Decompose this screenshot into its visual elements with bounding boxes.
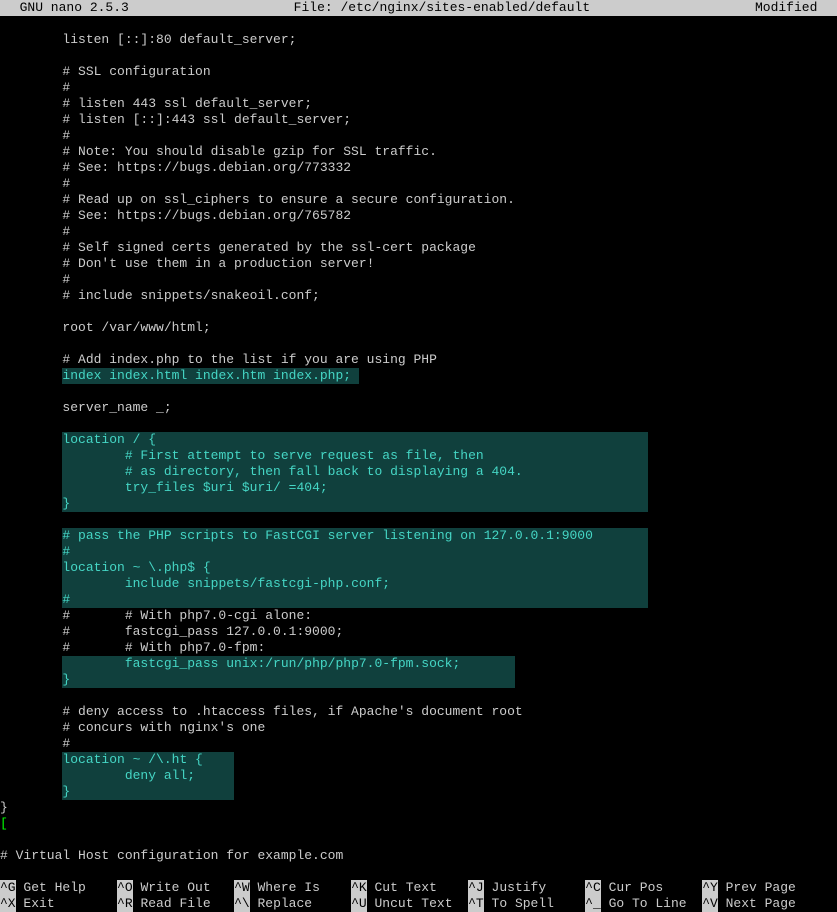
editor-line [0,16,837,32]
shortcut-label: Uncut Text [367,896,468,911]
editor-line: location ~ \.php$ { [0,560,837,576]
editor-line: # [0,544,837,560]
editor-line [0,512,837,528]
shortcut-label: Prev Page [718,880,819,895]
editor-line: location / { [0,432,837,448]
shortcut-key[interactable]: ^U [351,896,367,912]
editor-line: # listen 443 ssl default_server; [0,96,837,112]
editor-line: # [0,736,837,752]
editor-line: } [0,784,837,800]
shortcut-label: Cur Pos [601,880,702,895]
shortcut-label: Next Page [718,896,819,911]
shortcut-key[interactable]: ^C [585,880,601,896]
shortcut-label: Read File [133,896,234,911]
editor-line: # See: https://bugs.debian.org/765782 [0,208,837,224]
editor-line: # [0,80,837,96]
editor-line: include snippets/fastcgi-php.conf; [0,576,837,592]
editor-area[interactable]: listen [::]:80 default_server; # SSL con… [0,16,837,864]
shortcut-key[interactable]: ^\ [234,896,250,912]
shortcut-label: Write Out [133,880,234,895]
editor-line: # [0,176,837,192]
editor-line: server_name _; [0,400,837,416]
shortcut-label: Cut Text [367,880,468,895]
editor-line: # Self signed certs generated by the ssl… [0,240,837,256]
editor-line: # See: https://bugs.debian.org/773332 [0,160,837,176]
shortcut-key[interactable]: ^J [468,880,484,896]
shortcut-label: Get Help [16,880,117,895]
editor-line: # concurs with nginx's one [0,720,837,736]
shortcut-key[interactable]: ^O [117,880,133,896]
editor-line: # [0,128,837,144]
shortcut-label: Exit [16,896,117,911]
editor-line: listen [::]:80 default_server; [0,32,837,48]
shortcut-label: To Spell [484,896,585,911]
app-name: GNU nano 2.5.3 [4,0,129,16]
shortcut-key[interactable]: ^R [117,896,133,912]
shortcut-row-2: ^X Exit ^R Read File ^\ Replace ^U Uncut… [0,896,837,912]
shortcut-key[interactable]: ^K [351,880,367,896]
shortcut-row-1: ^G Get Help ^O Write Out ^W Where Is ^K … [0,880,837,896]
editor-line [0,304,837,320]
editor-line [0,384,837,400]
modified-status: Modified [755,0,833,16]
editor-line [0,416,837,432]
editor-line [0,832,837,848]
editor-line: location ~ /\.ht { [0,752,837,768]
shortcut-key[interactable]: ^G [0,880,16,896]
editor-line: # [0,272,837,288]
editor-line [0,336,837,352]
file-path: File: /etc/nginx/sites-enabled/default [294,0,590,16]
editor-line: root /var/www/html; [0,320,837,336]
editor-line: # Don't use them in a production server! [0,256,837,272]
shortcut-label: Replace [250,896,351,911]
editor-line: # pass the PHP scripts to FastCGI server… [0,528,837,544]
shortcut-label: Justify [484,880,585,895]
shortcut-key[interactable]: ^_ [585,896,601,912]
editor-line: # Virtual Host configuration for example… [0,848,837,864]
editor-line: fastcgi_pass unix:/run/php/php7.0-fpm.so… [0,656,837,672]
editor-line [0,48,837,64]
editor-line: # # With php7.0-fpm: [0,640,837,656]
title-bar: GNU nano 2.5.3 File: /etc/nginx/sites-en… [0,0,837,16]
editor-line: # fastcgi_pass 127.0.0.1:9000; [0,624,837,640]
editor-line [0,688,837,704]
shortcut-label: Where Is [250,880,351,895]
shortcut-key[interactable]: ^X [0,896,16,912]
shortcut-label: Go To Line [601,896,702,911]
editor-line: } [0,496,837,512]
editor-line: # deny access to .htaccess files, if Apa… [0,704,837,720]
shortcut-key[interactable]: ^Y [702,880,718,896]
shortcut-key[interactable]: ^V [702,896,718,912]
editor-line: # [0,592,837,608]
editor-line: # as directory, then fall back to displa… [0,464,837,480]
shortcut-key[interactable]: ^W [234,880,250,896]
editor-line: # Read up on ssl_ciphers to ensure a sec… [0,192,837,208]
editor-line: } [0,672,837,688]
editor-line: # First attempt to serve request as file… [0,448,837,464]
editor-line: # listen [::]:443 ssl default_server; [0,112,837,128]
shortcut-bar: ^G Get Help ^O Write Out ^W Where Is ^K … [0,880,837,912]
editor-line: # Add index.php to the list if you are u… [0,352,837,368]
editor-line: deny all; [0,768,837,784]
editor-line: # include snippets/snakeoil.conf; [0,288,837,304]
editor-line: # [0,224,837,240]
editor-line: # SSL configuration [0,64,837,80]
shortcut-key[interactable]: ^T [468,896,484,912]
editor-line: # Note: You should disable gzip for SSL … [0,144,837,160]
editor-line: } [0,800,837,816]
editor-line: [ [0,816,837,832]
editor-line: try_files $uri $uri/ =404; [0,480,837,496]
editor-line: index index.html index.htm index.php; [0,368,837,384]
editor-line: # # With php7.0-cgi alone: [0,608,837,624]
